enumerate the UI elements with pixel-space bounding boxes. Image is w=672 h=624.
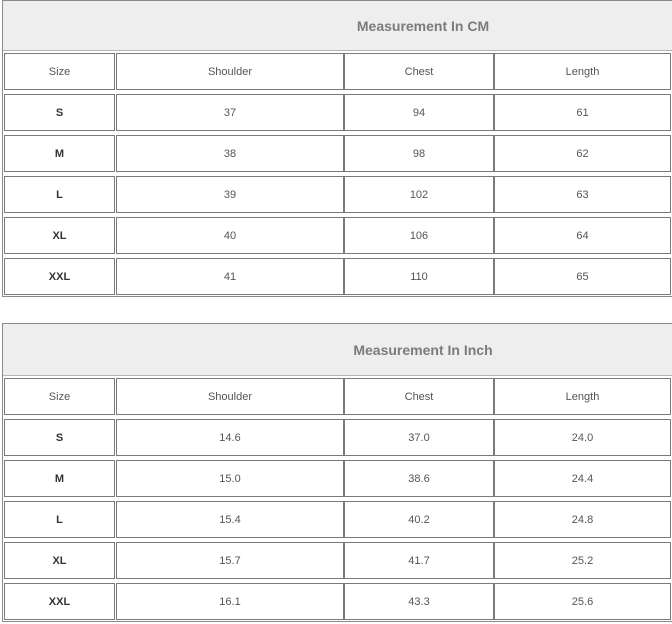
header-shoulder: Shoulder	[116, 53, 344, 90]
shoulder-cell: 16.1	[116, 583, 344, 620]
shoulder-cell: 39	[116, 176, 344, 213]
table-title: Measurement In Inch	[353, 341, 493, 358]
size-chart-cm: Measurement In CM Size Shoulder Chest Le…	[2, 0, 672, 297]
table-title-bar: Measurement In Inch	[3, 324, 672, 376]
table-row: XL 15.7 41.7 25.2	[3, 540, 672, 581]
header-length: Length	[494, 53, 671, 90]
header-length: Length	[494, 378, 671, 415]
shoulder-cell: 15.0	[116, 460, 344, 497]
table-row: S 14.6 37.0 24.0	[3, 417, 672, 458]
table-title: Measurement In CM	[356, 17, 490, 34]
shoulder-cell: 15.4	[116, 501, 344, 538]
table-title-bar: Measurement In CM	[3, 1, 672, 51]
header-shoulder: Shoulder	[116, 378, 344, 415]
size-cell: M	[4, 460, 115, 497]
table-row: L 15.4 40.2 24.8	[3, 499, 672, 540]
table-row: M 38 98 62	[3, 133, 672, 174]
table-row: XL 40 106 64	[3, 215, 672, 256]
header-row: Size Shoulder Chest Length	[3, 51, 672, 92]
header-size: Size	[4, 53, 115, 90]
size-cell: S	[4, 94, 115, 131]
chest-cell: 94	[344, 94, 494, 131]
header-size: Size	[4, 378, 115, 415]
chest-cell: 43.3	[344, 583, 494, 620]
table-row: S 37 94 61	[3, 92, 672, 133]
shoulder-cell: 37	[116, 94, 344, 131]
size-cell: XL	[4, 542, 115, 579]
table-row: XXL 16.1 43.3 25.6	[3, 581, 672, 622]
size-cell: L	[4, 501, 115, 538]
length-cell: 62	[494, 135, 671, 172]
length-cell: 25.2	[494, 542, 671, 579]
size-cell: XXL	[4, 583, 115, 620]
chest-cell: 38.6	[344, 460, 494, 497]
chest-cell: 102	[344, 176, 494, 213]
chest-cell: 98	[344, 135, 494, 172]
chest-cell: 37.0	[344, 419, 494, 456]
table-row: M 15.0 38.6 24.4	[3, 458, 672, 499]
table-row: L 39 102 63	[3, 174, 672, 215]
chest-cell: 106	[344, 217, 494, 254]
shoulder-cell: 15.7	[116, 542, 344, 579]
length-cell: 63	[494, 176, 671, 213]
size-chart-inch: Measurement In Inch Size Shoulder Chest …	[2, 323, 672, 622]
table-row: XXL 41 110 65	[3, 256, 672, 297]
header-chest: Chest	[344, 378, 494, 415]
shoulder-cell: 41	[116, 258, 344, 295]
chest-cell: 110	[344, 258, 494, 295]
size-cell: M	[4, 135, 115, 172]
size-cell: XL	[4, 217, 115, 254]
chest-cell: 40.2	[344, 501, 494, 538]
length-cell: 25.6	[494, 583, 671, 620]
length-cell: 24.0	[494, 419, 671, 456]
header-chest: Chest	[344, 53, 494, 90]
shoulder-cell: 40	[116, 217, 344, 254]
length-cell: 65	[494, 258, 671, 295]
shoulder-cell: 14.6	[116, 419, 344, 456]
length-cell: 61	[494, 94, 671, 131]
size-cell: XXL	[4, 258, 115, 295]
shoulder-cell: 38	[116, 135, 344, 172]
length-cell: 24.4	[494, 460, 671, 497]
size-cell: S	[4, 419, 115, 456]
header-row: Size Shoulder Chest Length	[3, 376, 672, 417]
length-cell: 24.8	[494, 501, 671, 538]
chest-cell: 41.7	[344, 542, 494, 579]
length-cell: 64	[494, 217, 671, 254]
size-cell: L	[4, 176, 115, 213]
